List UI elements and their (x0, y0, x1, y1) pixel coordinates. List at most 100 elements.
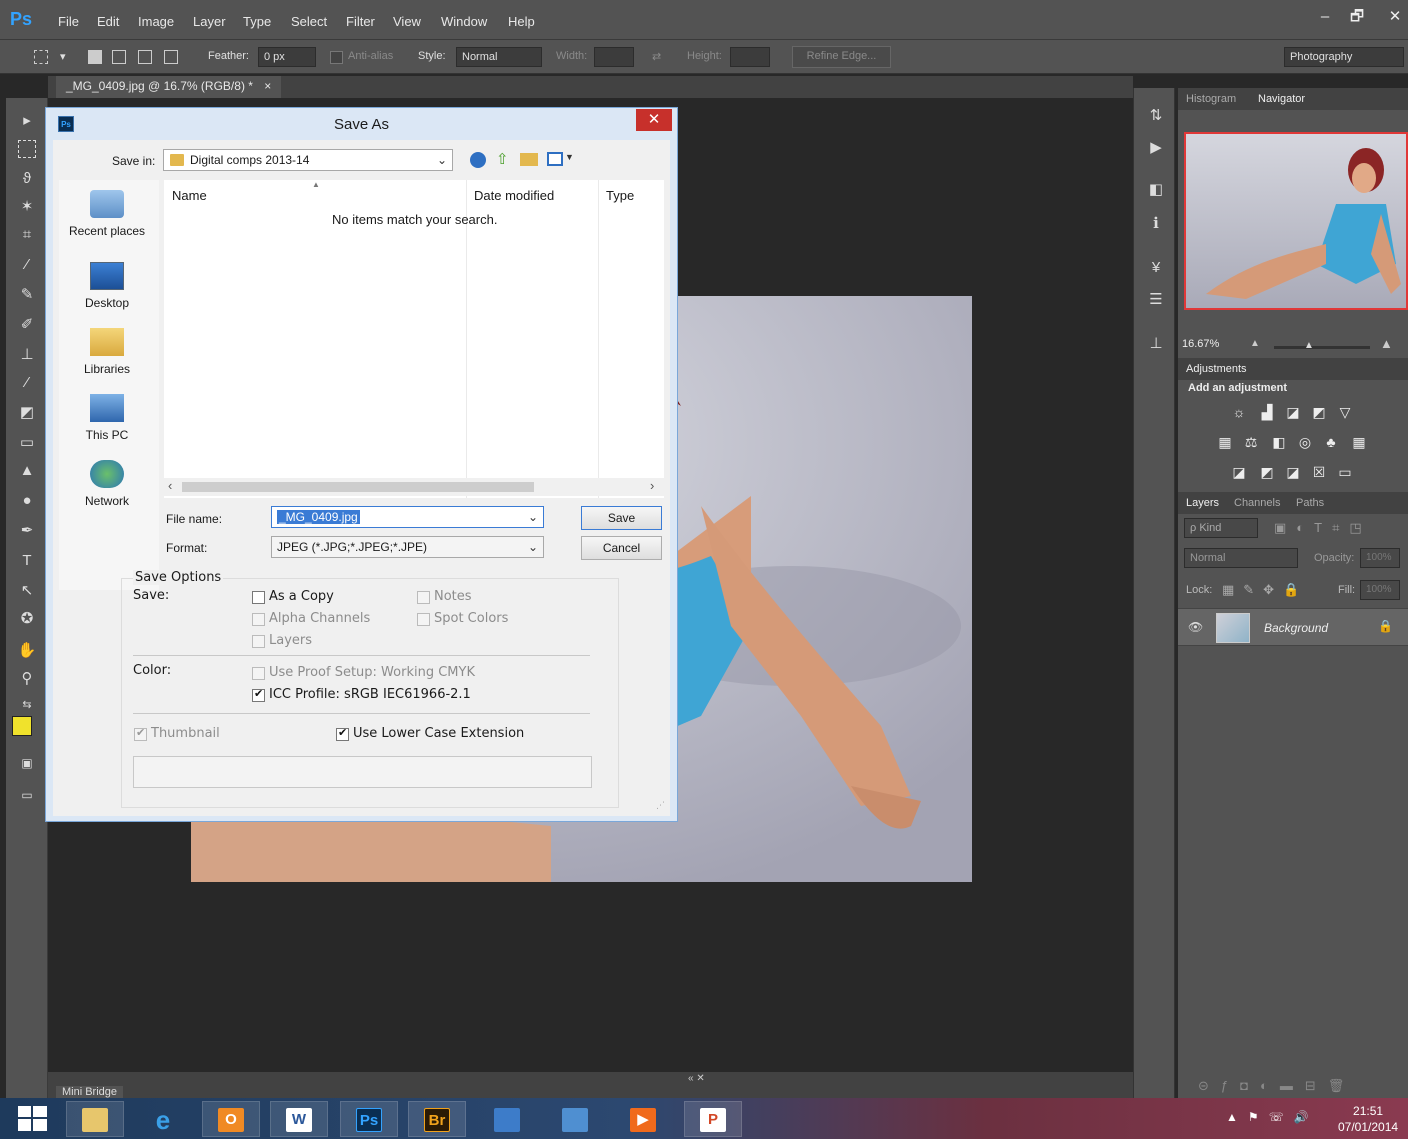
layer-actions-icons[interactable]: ⊝ƒ◘◐▬⊟🗑 (1198, 1078, 1356, 1094)
quick-mask-icon[interactable]: ▣ (14, 752, 40, 774)
system-tray-icons[interactable]: ▲⚑☏🔊 (1226, 1110, 1319, 1124)
screen-mode-icon[interactable]: ▭ (14, 784, 40, 806)
dodge-tool-icon[interactable]: ● (14, 490, 40, 512)
lasso-tool-icon[interactable]: ϑ (14, 168, 40, 190)
zoom-tool-icon[interactable]: ⚲ (14, 668, 40, 690)
healing-brush-tool-icon[interactable]: ✎ (14, 284, 40, 306)
menu-type[interactable]: Type (243, 14, 271, 29)
column-type[interactable]: Type (606, 188, 634, 203)
hue-saturation-icon[interactable]: ▦ (1216, 434, 1234, 450)
tab-histogram[interactable]: Histogram (1186, 93, 1236, 105)
use-proof-setup-checkbox[interactable] (252, 667, 265, 680)
black-white-icon[interactable]: ◧ (1270, 434, 1288, 450)
opacity-input[interactable]: 100% (1360, 548, 1400, 568)
type-tool-icon[interactable]: T (14, 550, 40, 572)
swap-colors-icon[interactable]: ⇆ (14, 694, 40, 716)
exposure-icon[interactable]: ◩ (1310, 404, 1328, 420)
resize-grip-icon[interactable]: ⋰ (656, 800, 665, 811)
path-selection-tool-icon[interactable]: ↖ (14, 580, 40, 602)
save-in-select[interactable]: Digital comps 2013-14 ⌄ (163, 149, 453, 171)
scrollbar-thumb[interactable] (182, 482, 534, 492)
minimize-button[interactable]: – (1310, 6, 1340, 28)
menu-view[interactable]: View (393, 14, 421, 29)
remote-taskbar-button[interactable] (546, 1101, 604, 1137)
refine-edge-button[interactable]: Refine Edge... (792, 46, 891, 68)
chevron-down-icon[interactable]: ▾ (60, 50, 66, 63)
file-list[interactable]: Name ▲ Date modified Type No items match… (164, 180, 664, 498)
pen-tool-icon[interactable]: ✒ (14, 520, 40, 542)
menu-file[interactable]: File (58, 14, 79, 29)
zoom-slider-handle[interactable]: ▲ (1304, 340, 1314, 351)
zoom-out-icon[interactable]: ▲ (1250, 338, 1260, 349)
brush-tool-icon[interactable]: ✐ (14, 314, 40, 336)
layer-kind-filter[interactable]: ρ Kind (1184, 518, 1258, 538)
properties-panel-icon[interactable]: ◧ (1146, 180, 1166, 200)
column-name[interactable]: Name (172, 188, 207, 203)
menu-image[interactable]: Image (138, 14, 174, 29)
scroll-left-icon[interactable]: ‹ (168, 478, 172, 493)
file-name-input[interactable]: _MG_0409.jpg ⌄ (271, 506, 544, 528)
powerpoint-taskbar-button[interactable]: P (684, 1101, 742, 1137)
network-taskbar-button[interactable] (478, 1101, 536, 1137)
blur-tool-icon[interactable]: ▲ (14, 460, 40, 482)
history-brush-tool-icon[interactable]: ⁄ (14, 372, 40, 394)
back-icon[interactable] (470, 152, 486, 168)
dialog-title-bar[interactable]: Ps Save As ✕ (46, 108, 677, 140)
new-selection-icon[interactable] (88, 50, 102, 64)
close-app-button[interactable]: ✕ (1380, 6, 1408, 28)
document-tab[interactable]: _MG_0409.jpg @ 16.7% (RGB/8) * × (56, 76, 282, 98)
gradient-map-icon[interactable]: ☒ (1310, 464, 1328, 480)
color-balance-icon[interactable]: ⚖ (1242, 434, 1260, 450)
history-panel-icon[interactable]: ⇅ (1146, 106, 1166, 126)
layer-row-background[interactable]: 👁 Background 🔒 (1178, 608, 1408, 646)
layers-checkbox[interactable] (252, 635, 265, 648)
menu-layer[interactable]: Layer (193, 14, 226, 29)
shape-tool-icon[interactable]: ✪ (14, 608, 40, 630)
windows-start-icon[interactable] (18, 1106, 48, 1132)
menu-window[interactable]: Window (441, 14, 487, 29)
eyedropper-tool-icon[interactable]: ⁄ (14, 254, 40, 276)
photoshop-taskbar-button[interactable]: Ps (340, 1101, 398, 1137)
hand-tool-icon[interactable]: ✋ (14, 640, 40, 662)
column-date-modified[interactable]: Date modified (474, 188, 554, 203)
invert-icon[interactable]: ◪ (1230, 464, 1248, 480)
navigator-zoom-slider[interactable] (1274, 346, 1370, 349)
as-a-copy-checkbox[interactable] (252, 591, 265, 604)
tab-adjustments[interactable]: Adjustments (1186, 363, 1247, 375)
style-select[interactable]: Normal (456, 47, 542, 67)
info-panel-icon[interactable]: ℹ (1146, 214, 1166, 234)
channel-mixer-icon[interactable]: ♣ (1322, 434, 1340, 450)
add-selection-icon[interactable] (112, 50, 126, 64)
subtract-selection-icon[interactable] (138, 50, 152, 64)
place-libraries[interactable]: Libraries (59, 328, 155, 376)
alpha-channels-checkbox[interactable] (252, 613, 265, 626)
blend-mode-select[interactable]: Normal (1184, 548, 1298, 568)
brightness-contrast-icon[interactable]: ☼ (1230, 404, 1248, 420)
photo-filter-icon[interactable]: ◎ (1296, 434, 1314, 450)
zoom-in-icon[interactable]: ▲ (1380, 336, 1393, 351)
gradient-tool-icon[interactable]: ▭ (14, 432, 40, 454)
navigator-zoom-value[interactable]: 16.67% (1182, 338, 1219, 350)
eye-icon[interactable]: 👁 (1188, 620, 1203, 634)
marquee-preset-icon[interactable] (34, 50, 48, 64)
up-folder-icon[interactable]: ⇧ (496, 150, 509, 168)
bridge-taskbar-button[interactable]: Br (408, 1101, 466, 1137)
save-button[interactable]: Save (581, 506, 662, 530)
collapse-panel-icon[interactable]: « ✕ (688, 1073, 705, 1084)
crop-tool-icon[interactable]: ⌗ (14, 224, 40, 246)
chevron-down-icon[interactable]: ▼ (565, 152, 574, 162)
workspace-select[interactable]: Photography (1284, 47, 1404, 67)
taskbar-clock[interactable]: 21:51 07/01/2014 (1338, 1103, 1398, 1135)
width-input[interactable] (594, 47, 634, 67)
lower-case-checkbox[interactable] (336, 726, 349, 741)
feather-input[interactable]: 0 px (258, 47, 316, 67)
format-select[interactable]: JPEG (*.JPG;*.JPEG;*.JPE) ⌄ (271, 536, 544, 558)
restore-button[interactable]: 🗗 (1342, 6, 1372, 28)
clone-source-icon[interactable]: ⊥ (1146, 334, 1166, 354)
tab-paths[interactable]: Paths (1296, 497, 1324, 509)
outlook-taskbar-button[interactable]: O (202, 1101, 260, 1137)
place-desktop[interactable]: Desktop (59, 262, 155, 310)
layer-filter-icons[interactable]: ▣◐T⌗◳ (1274, 520, 1372, 536)
navigator-preview[interactable] (1184, 132, 1408, 310)
place-this-pc[interactable]: This PC (59, 394, 155, 442)
